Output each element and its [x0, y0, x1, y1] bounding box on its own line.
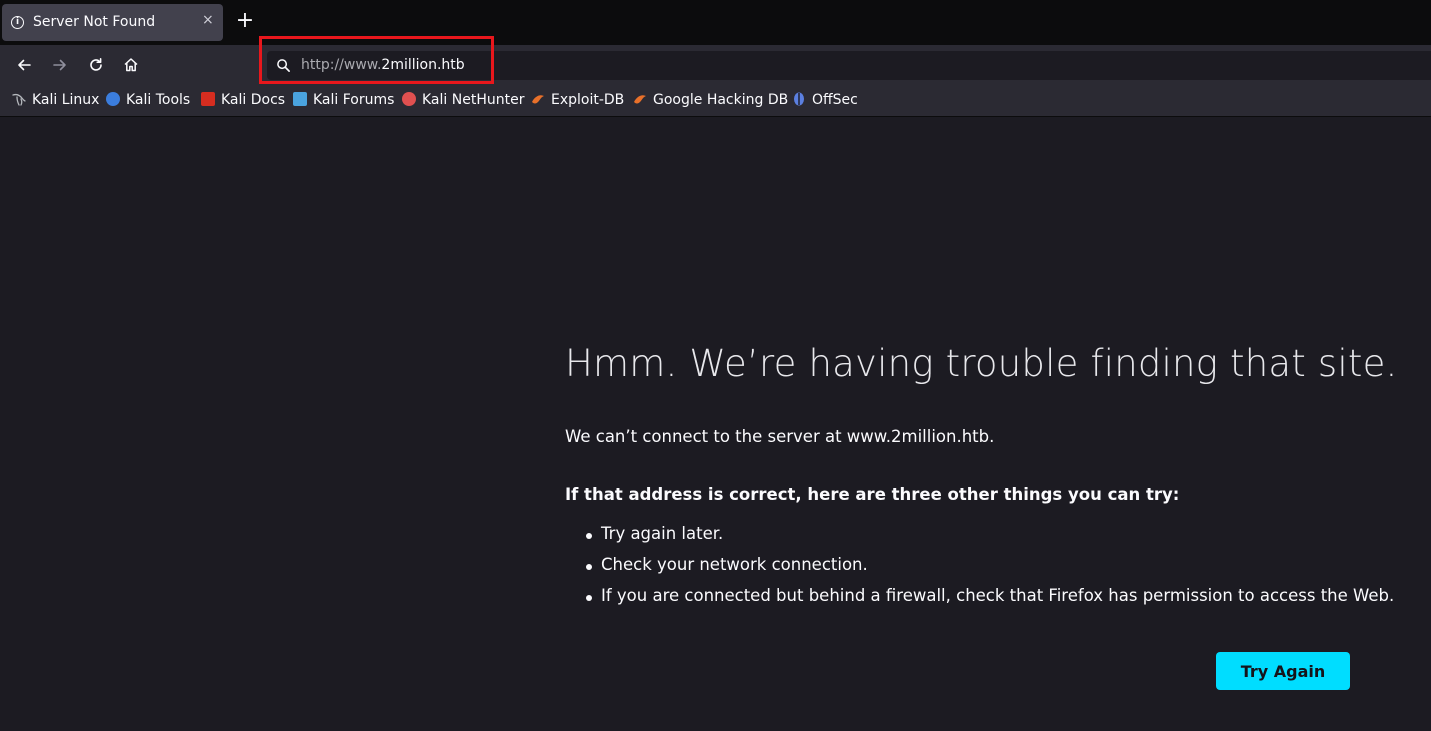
offsec-icon [792, 92, 806, 106]
error-title: Hmm. We’re having trouble finding that s… [565, 342, 1398, 385]
kali-dragon-icon [12, 92, 26, 106]
reload-icon [90, 58, 102, 71]
tab-strip: i Server Not Found × + [0, 0, 1431, 45]
reload-button[interactable] [81, 50, 111, 80]
back-arrow-icon [18, 59, 31, 71]
url-host: 2million.htb [381, 57, 465, 73]
forward-arrow-icon [53, 59, 66, 71]
home-icon [124, 58, 138, 72]
list-item: Check your network connection. [565, 555, 1394, 586]
close-tab-icon[interactable]: × [202, 12, 214, 28]
bookmarks-toolbar: Kali Linux Kali Tools Kali Docs Kali For… [0, 85, 1431, 117]
search-icon [277, 59, 290, 72]
tips-list: Try again later. Check your network conn… [565, 524, 1394, 617]
tab-title: Server Not Found [33, 14, 156, 30]
list-item: Try again later. [565, 524, 1394, 555]
ghdb-icon [633, 92, 647, 106]
bookmark-kali-nethunter[interactable]: Kali NetHunter [402, 92, 524, 110]
url-bar[interactable]: http://www.2million.htb [267, 51, 1431, 80]
back-button[interactable] [9, 50, 39, 80]
url-text[interactable]: http://www.2million.htb [301, 57, 465, 73]
navigation-toolbar: http://www.2million.htb [0, 45, 1431, 85]
home-button[interactable] [116, 50, 146, 80]
try-again-button[interactable]: Try Again [1216, 652, 1350, 690]
bookmark-exploit-db[interactable]: Exploit-DB [531, 92, 624, 110]
kali-docs-icon [201, 92, 215, 106]
kali-tools-icon [106, 92, 120, 106]
url-scheme: http://www. [301, 57, 382, 73]
bookmark-kali-linux[interactable]: Kali Linux [12, 92, 99, 110]
forward-button[interactable] [45, 50, 75, 80]
error-description: We can’t connect to the server at www.2m… [565, 427, 995, 446]
list-item: If you are connected but behind a firewa… [565, 586, 1394, 617]
bookmark-kali-tools[interactable]: Kali Tools [106, 92, 190, 110]
bookmark-kali-docs[interactable]: Kali Docs [201, 92, 285, 110]
bookmark-google-hacking-db[interactable]: Google Hacking DB [633, 92, 788, 110]
info-icon: i [11, 16, 24, 29]
kali-nethunter-icon [402, 92, 416, 106]
error-subtitle: If that address is correct, here are thr… [565, 485, 1180, 504]
bookmark-offsec[interactable]: OffSec [792, 92, 858, 110]
exploit-db-icon [531, 92, 545, 106]
tab-server-not-found[interactable]: i Server Not Found × [2, 4, 223, 41]
bookmark-kali-forums[interactable]: Kali Forums [293, 92, 394, 110]
kali-forums-icon [293, 92, 307, 106]
new-tab-button[interactable]: + [233, 9, 257, 33]
